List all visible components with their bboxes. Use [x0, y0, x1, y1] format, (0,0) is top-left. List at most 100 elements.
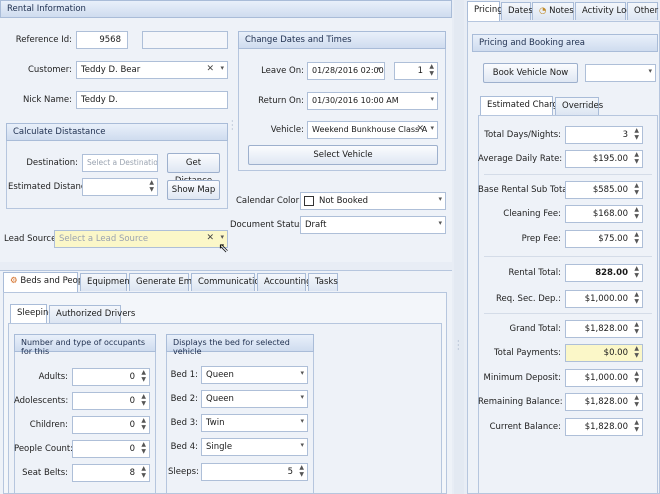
pricing-field[interactable]: $1,828.00 ▲ ▼: [565, 418, 643, 436]
main-splitter[interactable]: [454, 0, 464, 494]
occupant-field[interactable]: 8 ▲ ▼: [72, 464, 150, 482]
spinner-icon[interactable]: ▲ ▼: [141, 369, 146, 383]
pricing-field[interactable]: $0.00 ▲ ▼: [565, 344, 643, 362]
chevron-down-icon[interactable]: ▾: [430, 95, 434, 103]
tab-equipment[interactable]: Equipment: [80, 273, 133, 291]
spinner-icon[interactable]: ▲ ▼: [634, 206, 639, 220]
chevron-down-icon[interactable]: ▾: [300, 369, 304, 377]
occupant-field[interactable]: 0 ▲ ▼: [72, 392, 150, 410]
spinner-icon[interactable]: ▲ ▼: [141, 393, 146, 407]
clear-icon[interactable]: ✕: [206, 233, 214, 243]
bed-select[interactable]: Queen ▾: [201, 390, 308, 408]
tab-pricing[interactable]: Pricing: [467, 1, 503, 21]
pricing-field[interactable]: 828.00 ▲ ▼: [565, 264, 643, 282]
chevron-down-icon[interactable]: ▾: [377, 65, 381, 73]
nickname-field[interactable]: Teddy D.: [76, 91, 228, 109]
tab-beds-and-people[interactable]: ⚙ Beds and People: [3, 272, 91, 292]
spinner-icon[interactable]: ▲ ▼: [634, 370, 639, 384]
chevron-down-icon[interactable]: ▾: [300, 417, 304, 425]
subtab-estimated-charges[interactable]: Estimated Charges: [480, 96, 568, 116]
chevron-down-icon[interactable]: ▾: [220, 233, 224, 241]
spinner-icon[interactable]: ▲ ▼: [634, 265, 639, 279]
spinner-icon[interactable]: ▲ ▼: [141, 441, 146, 455]
clear-icon[interactable]: ✕: [206, 64, 214, 74]
tab-tasks[interactable]: Tasks: [308, 273, 338, 291]
spinner-icon[interactable]: ▲ ▼: [634, 345, 639, 359]
spinner-icon[interactable]: ▲ ▼: [149, 179, 154, 193]
spinner-icon[interactable]: ▲ ▼: [634, 182, 639, 196]
get-distance-button[interactable]: Get Distance: [167, 153, 220, 186]
vehicle-label: Vehicle:: [270, 125, 304, 135]
doc-status-select[interactable]: Draft ▾: [300, 216, 446, 234]
tab-communications[interactable]: Communications: [191, 273, 269, 291]
tab-generate-email[interactable]: Generate Email: [129, 273, 202, 291]
spinner-icon[interactable]: ▲ ▼: [634, 419, 639, 433]
chevron-down-icon[interactable]: ▾: [648, 67, 652, 75]
doc-status-label: Document Status:: [230, 220, 307, 230]
bed-select[interactable]: Single ▾: [201, 438, 308, 456]
destination-field[interactable]: Select a Destination: [82, 154, 158, 172]
spinner-icon[interactable]: ▲ ▼: [141, 417, 146, 431]
tab-activity-log[interactable]: Activity Log: [575, 2, 632, 20]
occupant-label: Adults:: [38, 372, 68, 382]
tab-dates[interactable]: Dates: [501, 2, 533, 20]
return-on-field[interactable]: 01/30/2016 10:00 AM ▾: [307, 92, 438, 110]
vehicle-select[interactable]: Weekend Bunkhouse Class A ✕ ▾: [307, 121, 438, 139]
occupant-value: 0: [129, 420, 135, 430]
chevron-down-icon[interactable]: ▾: [438, 195, 442, 203]
spinner-icon[interactable]: ▲ ▼: [634, 394, 639, 408]
bed-value: Queen: [206, 394, 234, 404]
chevron-down-icon[interactable]: ▾: [300, 441, 304, 449]
lead-source-select[interactable]: Select a Lead Source ✕ ▾: [54, 230, 228, 248]
pricing-field[interactable]: $1,828.00 ▲ ▼: [565, 320, 643, 338]
reference-extra-field[interactable]: [142, 31, 228, 49]
spinner-icon[interactable]: ▲ ▼: [141, 465, 146, 479]
occupant-field[interactable]: 0 ▲ ▼: [72, 440, 150, 458]
select-vehicle-button[interactable]: Select Vehicle: [248, 145, 438, 165]
clear-icon[interactable]: ✕: [416, 124, 424, 134]
spinner-icon[interactable]: ▲ ▼: [634, 151, 639, 165]
spinner-icon[interactable]: ▲ ▼: [634, 291, 639, 305]
splitter-grip[interactable]: · · ·: [231, 118, 234, 134]
subtab-sleeping[interactable]: Sleeping: [10, 304, 54, 324]
customer-select[interactable]: Teddy D. Bear ✕ ▾: [76, 61, 228, 79]
show-map-button[interactable]: Show Map: [167, 180, 220, 200]
tab-notes[interactable]: ◔ Notes: [532, 2, 574, 20]
pricing-field[interactable]: 3 ▲ ▼: [565, 126, 643, 144]
occupants-header: Number and type of occupants for this: [14, 334, 156, 356]
spinner-icon[interactable]: ▲ ▼: [634, 321, 639, 335]
splitter-grip[interactable]: · · ·: [457, 338, 460, 354]
occupant-field[interactable]: 0 ▲ ▼: [72, 368, 150, 386]
subtab-overrides[interactable]: Overrides: [555, 97, 603, 115]
spinner-icon[interactable]: ▲ ▼: [634, 127, 639, 141]
spinner-icon[interactable]: ▲ ▼: [429, 63, 434, 77]
pricing-field[interactable]: $195.00 ▲ ▼: [565, 150, 643, 168]
pricing-field[interactable]: $168.00 ▲ ▼: [565, 205, 643, 223]
leave-qty-value: 1: [417, 66, 423, 76]
chevron-down-icon[interactable]: ▾: [430, 124, 434, 132]
spinner-icon[interactable]: ▲ ▼: [299, 464, 304, 478]
pricing-field[interactable]: $1,000.00 ▲ ▼: [565, 290, 643, 308]
bed-select[interactable]: Twin ▾: [201, 414, 308, 432]
chevron-down-icon[interactable]: ▾: [300, 393, 304, 401]
pricing-field[interactable]: $1,000.00 ▲ ▼: [565, 369, 643, 387]
sleeps-field[interactable]: 5 ▲ ▼: [201, 463, 308, 481]
pricing-field[interactable]: $75.00 ▲ ▼: [565, 230, 643, 248]
pricing-value: 3: [622, 130, 628, 140]
spinner-icon[interactable]: ▲ ▼: [634, 231, 639, 245]
est-distance-field[interactable]: ▲ ▼: [82, 178, 158, 196]
leave-qty-field[interactable]: 1 ▲ ▼: [394, 62, 438, 80]
pricing-field[interactable]: $1,828.00 ▲ ▼: [565, 393, 643, 411]
book-vehicle-select[interactable]: ▾: [585, 64, 656, 82]
tab-accounting[interactable]: Accounting: [257, 273, 311, 291]
subtab-authorized-drivers[interactable]: Authorized Drivers: [49, 305, 135, 323]
book-vehicle-button[interactable]: Book Vehicle Now: [483, 63, 578, 83]
calendar-color-select[interactable]: Not Booked ▾: [300, 192, 446, 210]
chevron-down-icon[interactable]: ▾: [220, 64, 224, 72]
bed-select[interactable]: Queen ▾: [201, 366, 308, 384]
chevron-down-icon[interactable]: ▾: [438, 219, 442, 227]
pricing-field[interactable]: $585.00 ▲ ▼: [565, 181, 643, 199]
tab-other[interactable]: Other: [627, 2, 658, 20]
occupant-field[interactable]: 0 ▲ ▼: [72, 416, 150, 434]
leave-on-field[interactable]: 01/28/2016 02:00 I ▾: [307, 62, 385, 80]
